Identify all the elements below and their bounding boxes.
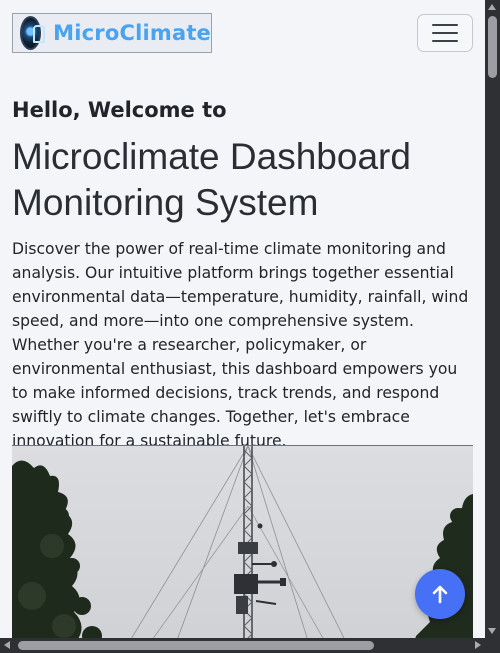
- arrow-up-icon: [432, 585, 448, 604]
- scroll-right-arrow-icon[interactable]: [475, 641, 481, 649]
- scroll-left-arrow-icon[interactable]: [4, 641, 10, 649]
- page-title: Microclimate Dashboard Monitoring System: [12, 136, 411, 223]
- scrollbar-corner: [485, 638, 500, 653]
- weather-tower-photo: [12, 445, 473, 653]
- vertical-scrollbar[interactable]: [485, 0, 500, 638]
- horizontal-scroll-thumb[interactable]: [18, 641, 374, 650]
- navbar: MicroClimate: [0, 0, 485, 64]
- back-to-top-button[interactable]: [415, 569, 465, 619]
- navbar-toggle-button[interactable]: [417, 14, 473, 52]
- scroll-down-arrow-icon[interactable]: [488, 628, 496, 634]
- scroll-up-arrow-icon[interactable]: [488, 4, 496, 10]
- horizontal-scrollbar[interactable]: [0, 638, 485, 653]
- intro-description: Discover the power of real-time climate …: [12, 240, 469, 450]
- greeting-heading: Hello, Welcome to: [12, 98, 227, 122]
- brand-logo-link[interactable]: MicroClimate: [12, 13, 212, 53]
- globe-sensor-logo-icon: [20, 16, 46, 50]
- vertical-scroll-thumb[interactable]: [488, 16, 497, 78]
- hamburger-menu-icon: [432, 24, 458, 26]
- brand-text: MicroClimate: [53, 21, 211, 45]
